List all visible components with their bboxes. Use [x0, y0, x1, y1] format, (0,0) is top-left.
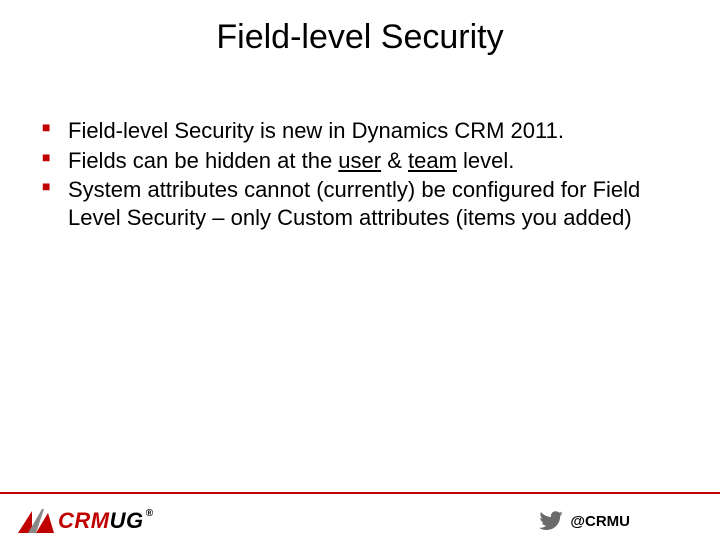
bullet-list: Field-level Security is new in Dynamics … — [40, 117, 680, 231]
logo-text-part1: CRM — [58, 508, 110, 534]
logo-mark-icon — [18, 509, 54, 533]
logo-text: CRMUG® — [58, 508, 153, 534]
bullet-text: level. — [457, 148, 514, 173]
twitter-bird-icon — [538, 508, 564, 534]
twitter-handle: @CRMU — [570, 513, 630, 530]
bullet-item: Fields can be hidden at the user & team … — [40, 147, 680, 175]
bullet-text: & — [381, 148, 408, 173]
slide-footer: CRMUG® @CRMU — [0, 492, 720, 540]
bullet-text: Field-level Security is new in Dynamics … — [68, 118, 564, 143]
bullet-item: Field-level Security is new in Dynamics … — [40, 117, 680, 145]
footer-divider — [0, 492, 720, 494]
bullet-underline: team — [408, 148, 457, 173]
bullet-underline: user — [338, 148, 381, 173]
slide-title: Field-level Security — [0, 0, 720, 67]
twitter-block: @CRMU — [538, 508, 630, 534]
bullet-text: Fields can be hidden at the — [68, 148, 338, 173]
bullet-text: System attributes cannot (currently) be … — [68, 177, 640, 230]
logo-text-part2: UG — [110, 508, 144, 534]
bullet-item: System attributes cannot (currently) be … — [40, 176, 680, 231]
crmug-logo: CRMUG® — [18, 508, 153, 534]
slide-content: Field-level Security is new in Dynamics … — [0, 67, 720, 231]
registered-icon: ® — [146, 508, 154, 519]
